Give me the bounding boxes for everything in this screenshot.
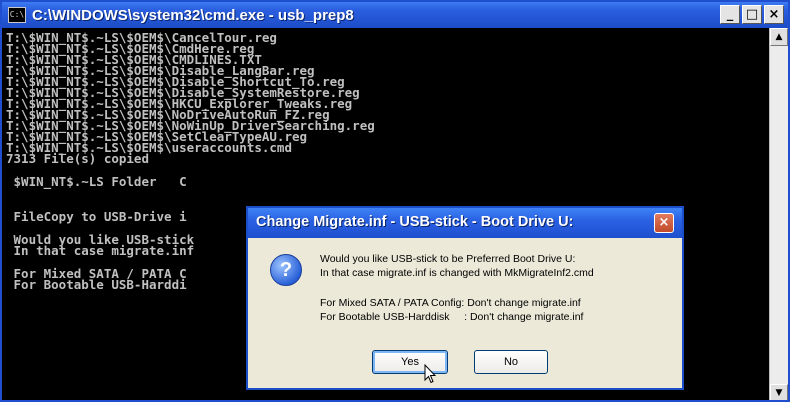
cmd-titlebar[interactable]: C:\ C:\WINDOWS\system32\cmd.exe - usb_pr…	[2, 2, 788, 28]
mouse-cursor-icon	[424, 364, 436, 384]
question-icon: ?	[270, 254, 302, 286]
maximize-button[interactable]: □	[742, 5, 762, 24]
dialog-message: Would you like USB-stick to be Preferred…	[320, 253, 576, 265]
dialog-title: Change Migrate.inf - USB-stick - Boot Dr…	[256, 214, 574, 230]
yes-button[interactable]: Yes	[372, 350, 448, 374]
dialog-close-button[interactable]: ×	[654, 213, 674, 233]
console-line: 7313 File(s) copied	[6, 151, 149, 166]
window-title: C:\WINDOWS\system32\cmd.exe - usb_prep8	[32, 6, 354, 24]
window-controls: _ □ ×	[720, 5, 784, 24]
console-folder-line: $WIN_NT$.~LS Folder C	[6, 174, 187, 189]
no-button[interactable]: No	[474, 350, 548, 374]
dialog-message: For Bootable USB-Harddisk : Don't change…	[320, 311, 584, 323]
dialog-message: For Mixed SATA / PATA Config: Don't chan…	[320, 297, 581, 309]
dialog-message: In that case migrate.inf is changed with…	[320, 267, 594, 279]
scroll-up-arrow-icon[interactable]: ▲	[770, 28, 788, 46]
minimize-button[interactable]: _	[720, 5, 740, 24]
vertical-scrollbar[interactable]: ▲ ▼	[769, 28, 788, 400]
migrate-dialog: Change Migrate.inf - USB-stick - Boot Dr…	[246, 206, 684, 390]
dialog-titlebar[interactable]: Change Migrate.inf - USB-stick - Boot Dr…	[248, 208, 682, 238]
close-button[interactable]: ×	[764, 5, 784, 24]
cmd-app-icon[interactable]: C:\	[8, 7, 26, 23]
scroll-down-arrow-icon[interactable]: ▼	[770, 384, 788, 400]
dialog-body: ? Would you like USB-stick to be Preferr…	[248, 238, 682, 388]
